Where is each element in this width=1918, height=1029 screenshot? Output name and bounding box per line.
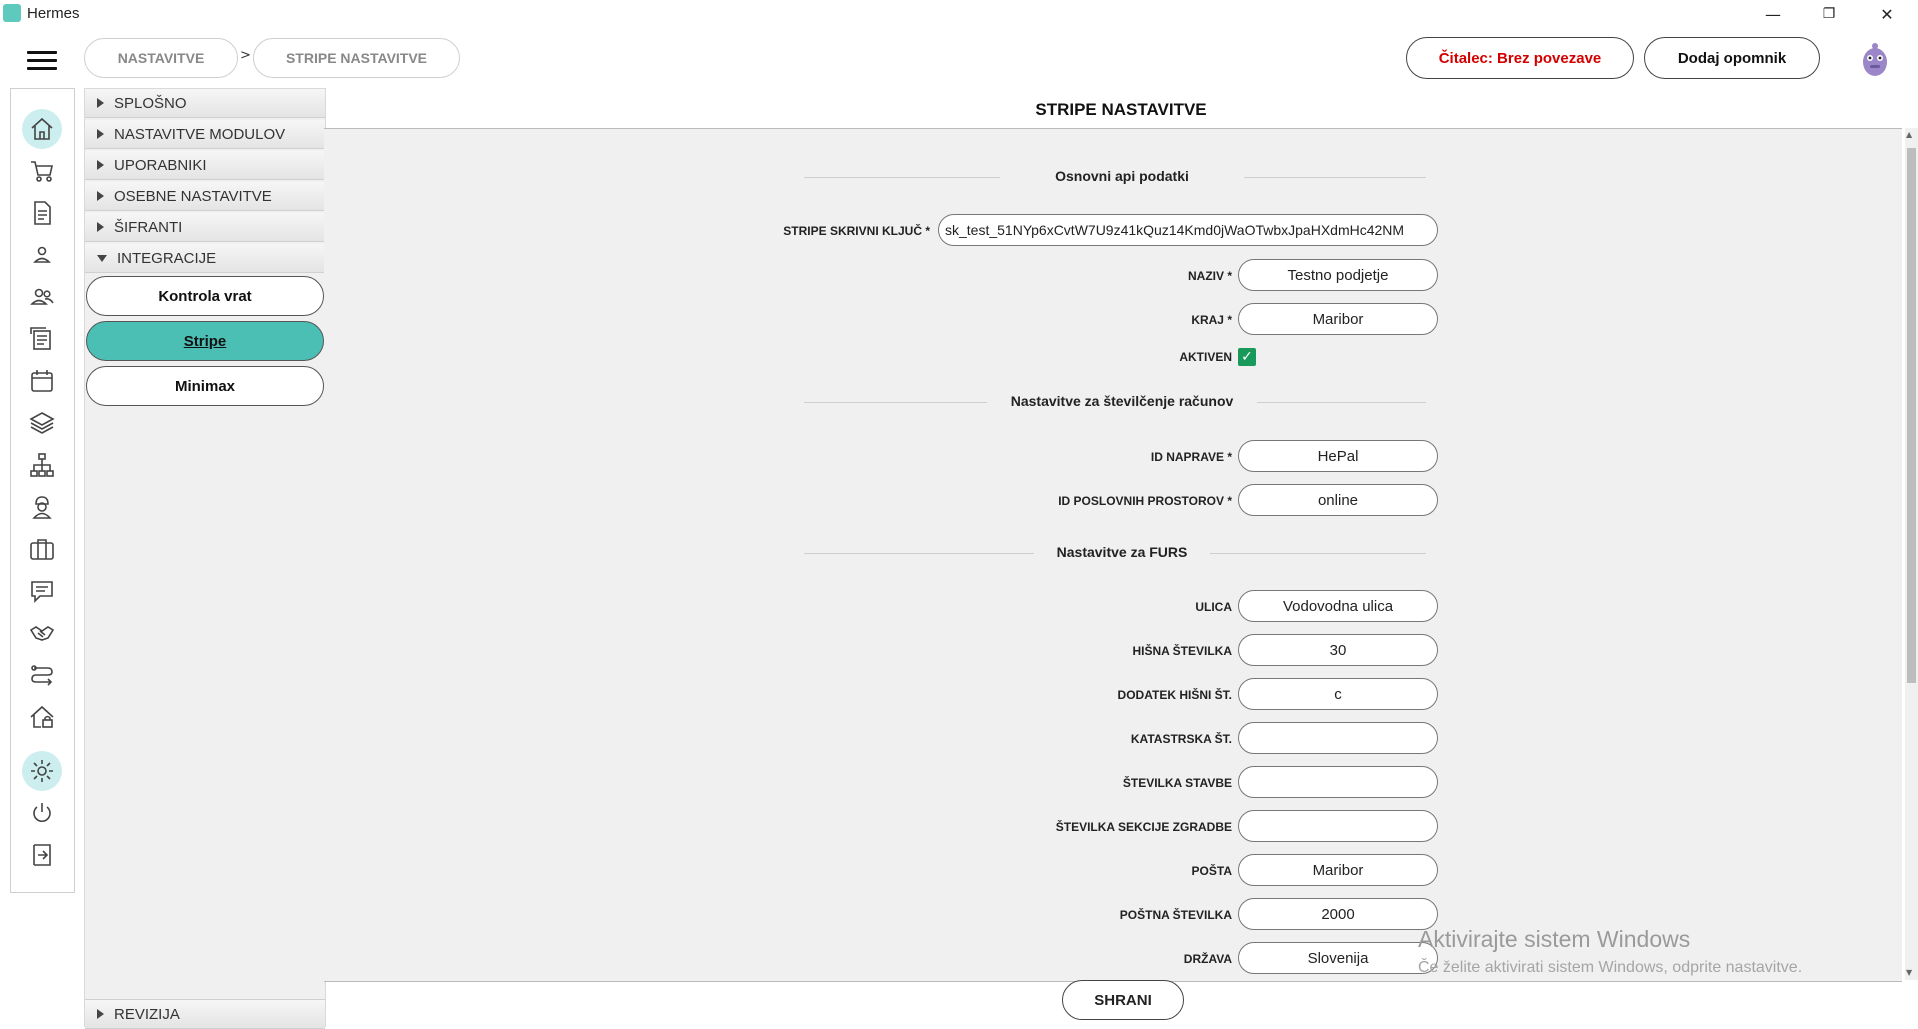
save-button[interactable]: SHRANI [1062,980,1184,1020]
section-title-furs: Nastavitve za FURS [1034,544,1210,560]
sidebar-item-stripe[interactable]: Stripe [86,321,324,361]
scrollbar-thumb[interactable] [1907,148,1916,683]
secret-key-label: STRIPE SKRIVNI KLJUČ * [783,224,930,238]
section-title-numbering: Nastavitve za številčenje računov [987,393,1257,409]
id-prostorov-label: ID POSLOVNIH PROSTOROV * [1058,494,1232,508]
page-title: STRIPE NASTAVITVE [1035,100,1207,119]
calendar-icon[interactable] [22,361,62,401]
section-label: SPLOŠNO [114,94,187,112]
briefcase-icon[interactable] [22,529,62,569]
route-icon[interactable] [22,655,62,695]
drzava-label: DRŽAVA [1183,952,1232,966]
sekcija-label: ŠTEVILKA SEKCIJE ZGRADBE [1055,820,1232,834]
section-label: REVIZIJA [114,1005,180,1023]
menu-icon[interactable] [27,51,57,71]
section-title-api: Osnovni api podatki [1000,168,1244,184]
power-icon[interactable] [22,793,62,833]
expand-icon [97,222,104,232]
avatar[interactable] [1855,38,1895,78]
breadcrumb-stripe[interactable]: STRIPE NASTAVITVE [253,38,460,78]
network-icon[interactable] [22,445,62,485]
naziv-label: NAZIV * [1187,269,1232,283]
section-osebne-nastavitve[interactable]: OSEBNE NASTAVITVE [85,182,325,211]
dodatek-label: DODATEK HIŠNI ŠT. [1117,688,1232,702]
activation-watermark-text: Če želite aktivirati sistem Windows, odp… [1418,959,1803,976]
restore-button[interactable]: ❐ [1806,0,1852,28]
expand-icon [97,98,104,108]
section-label: NASTAVITVE MODULOV [114,125,286,143]
id-prostorov-input[interactable] [1238,484,1438,516]
katastrska-input[interactable] [1238,722,1438,754]
aktiven-checkbox[interactable]: ✓ [1238,348,1256,366]
expand-icon [97,160,104,170]
reader-status-button[interactable]: Čitalec: Brez povezave [1406,37,1634,79]
document-icon[interactable] [22,193,62,233]
add-reminder-button[interactable]: Dodaj opomnik [1644,37,1820,79]
kraj-input[interactable] [1238,303,1438,335]
section-integracije[interactable]: INTEGRACIJE [85,244,325,273]
house-icon[interactable] [22,697,62,737]
section-label: INTEGRACIJE [117,249,217,267]
section-nastavitve-modulov[interactable]: NASTAVITVE MODULOV [85,120,325,149]
layers-icon[interactable] [22,403,62,443]
chat-icon[interactable] [22,571,62,611]
katastrska-label: KATASTRSKA ŠT. [1130,732,1232,746]
sekcija-input[interactable] [1238,810,1438,842]
section-label: UPORABNIKI [114,156,207,174]
icon-navigation [10,88,75,893]
users-icon[interactable] [22,277,62,317]
section-uporabniki[interactable]: UPORABNIKI [85,151,325,180]
logout-icon[interactable] [22,835,62,875]
expand-icon [97,191,104,201]
ulica-input[interactable] [1238,590,1438,622]
posta-label: POŠTA [1191,864,1232,878]
sidebar-item-minimax[interactable]: Minimax [86,366,324,406]
stevilka-stavbe-label: ŠTEVILKA STAVBE [1122,776,1232,790]
app-title: Hermes [27,5,80,22]
title-bar: Hermes — ❐ ✕ [0,0,1918,28]
handshake-icon[interactable] [22,613,62,653]
section-label: OSEBNE NASTAVITVE [114,187,272,205]
scroll-down-icon[interactable]: ▼ [1906,968,1912,977]
cart-icon[interactable] [22,151,62,191]
hisna-stevilka-input[interactable] [1238,634,1438,666]
expand-icon [97,1009,104,1019]
kraj-label: KRAJ * [1191,313,1232,327]
user-icon[interactable] [22,235,62,275]
app-logo-icon [3,4,21,22]
minimize-button[interactable]: — [1750,0,1796,28]
postna-stevilka-label: POŠTNA ŠTEVILKA [1119,908,1232,922]
list-icon[interactable] [22,319,62,359]
postna-stevilka-input[interactable] [1238,898,1438,930]
breadcrumb-nastavitve[interactable]: NASTAVITVE [84,38,238,78]
drzava-input[interactable] [1238,942,1438,974]
secret-key-input[interactable] [938,214,1438,246]
close-button[interactable]: ✕ [1864,0,1910,28]
naziv-input[interactable] [1238,259,1438,291]
home-icon[interactable] [22,109,62,149]
section-splosno[interactable]: SPLOŠNO [85,89,325,118]
sidebar-item-kontrola-vrat[interactable]: Kontrola vrat [86,276,324,316]
stevilka-stavbe-input[interactable] [1238,766,1438,798]
posta-input[interactable] [1238,854,1438,886]
activation-watermark-title: Aktivirajte sistem Windows [1418,926,1691,952]
id-naprave-label: ID NAPRAVE * [1150,450,1232,464]
hisna-stevilka-label: HIŠNA ŠTEVILKA [1132,644,1232,658]
expand-icon [97,129,104,139]
collapse-icon [97,254,107,262]
ulica-label: ULICA [1195,600,1232,614]
breadcrumb-separator: > [240,48,251,63]
aktiven-label: AKTIVEN [1179,350,1232,364]
worker-icon[interactable] [22,487,62,527]
id-naprave-input[interactable] [1238,440,1438,472]
section-label: ŠIFRANTI [114,218,183,236]
settings-icon[interactable] [22,751,62,791]
dodatek-input[interactable] [1238,678,1438,710]
settings-sidebar: SPLOŠNO NASTAVITVE MODULOV UPORABNIKI OS… [84,88,326,1029]
scroll-up-icon[interactable]: ▲ [1906,130,1912,139]
section-sifranti[interactable]: ŠIFRANTI [85,213,325,242]
